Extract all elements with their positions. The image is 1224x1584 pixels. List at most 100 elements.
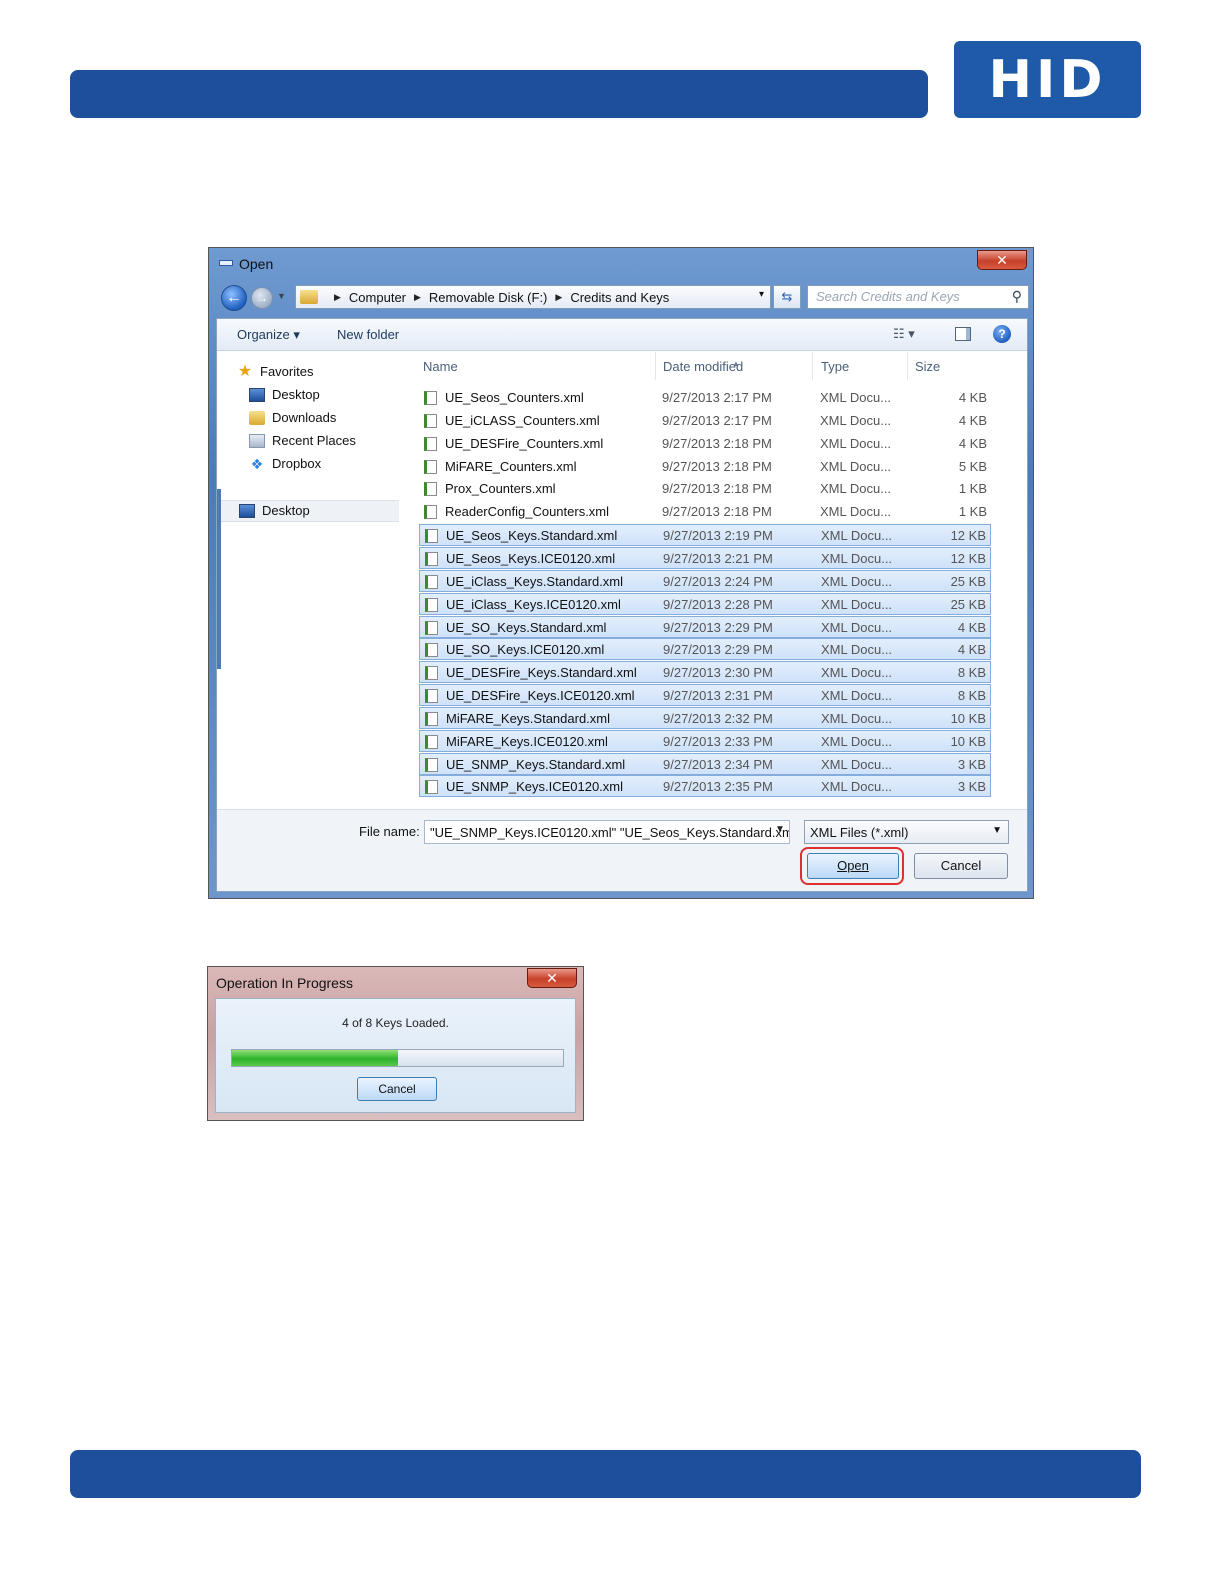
file-row[interactable]: Prox_Counters.xml 9/27/2013 2:18 PM XML Do… xyxy=(419,478,991,500)
recent-places-icon xyxy=(249,433,265,448)
xml-file-icon xyxy=(425,780,438,795)
file-row[interactable]: UE_iClass_Keys.ICE0120.xml 9/27/2013 2:28… xyxy=(419,592,991,615)
filename-dropdown-icon[interactable]: ▼ xyxy=(775,824,785,835)
column-size[interactable]: Size xyxy=(915,359,940,374)
file-date-modified: 9/27/2013 2:29 PM xyxy=(663,642,773,658)
file-row[interactable]: UE_SNMP_Keys.Standard.xml 9/27/2013 2:34 … xyxy=(419,752,991,775)
file-name: MiFARE_Keys.Standard.xml xyxy=(446,710,611,726)
nav-desktop[interactable]: Desktop xyxy=(249,387,320,402)
file-row[interactable]: UE_SO_Keys.ICE0120.xml 9/27/2013 2:29 PM X… xyxy=(419,638,991,661)
progress-bar-fill xyxy=(232,1050,398,1066)
file-row[interactable]: UE_Seos_Keys.ICE0120.xml 9/27/2013 2:21 P… xyxy=(419,546,991,569)
left-border-accent xyxy=(217,489,221,669)
filetype-select[interactable]: XML Files (*.xml) ▼ xyxy=(804,820,1009,844)
file-size: 4 KB xyxy=(957,619,986,635)
xml-file-icon xyxy=(424,505,437,520)
cancel-button[interactable]: Cancel xyxy=(914,853,1008,879)
file-size: 8 KB xyxy=(957,665,986,681)
chevron-right-icon[interactable]: ▶ xyxy=(414,292,421,303)
file-size: 3 KB xyxy=(957,779,986,795)
file-date-modified: 9/27/2013 2:31 PM xyxy=(663,688,773,704)
breadcrumb-computer[interactable]: Computer xyxy=(349,290,406,305)
nav-desktop-root[interactable]: Desktop xyxy=(239,503,310,518)
header-band xyxy=(70,70,928,118)
xml-file-icon xyxy=(425,711,438,726)
refresh-button[interactable]: ⇆ xyxy=(773,285,801,309)
open-file-dialog: Open ✕ ← → ▼ ▶ Computer ▶ Removable Disk… xyxy=(208,247,1034,899)
address-bar[interactable]: ▶ Computer ▶ Removable Disk (F:) ▶ Credi… xyxy=(295,285,771,309)
file-type: XML Docu... xyxy=(821,573,893,589)
nav-recent-places[interactable]: Recent Places xyxy=(249,433,356,448)
file-row[interactable]: UE_DESFire_Keys.Standard.xml 9/27/2013 2:… xyxy=(419,661,991,684)
chevron-right-icon[interactable]: ▶ xyxy=(555,292,562,303)
search-icon[interactable]: ⚲ xyxy=(1012,288,1022,305)
views-menu-icon[interactable]: ☷ ▾ xyxy=(893,326,915,342)
file-size: 12 KB xyxy=(950,550,986,566)
column-name[interactable]: Name xyxy=(423,359,458,374)
nav-downloads[interactable]: Downloads xyxy=(249,410,336,425)
file-name: UE_SO_Keys.ICE0120.xml xyxy=(446,642,605,658)
file-name: UE_Seos_Counters.xml xyxy=(445,390,584,405)
dialog-footer: File name: "UE_SNMP_Keys.ICE0120.xml" "U… xyxy=(217,809,1027,891)
new-folder-button[interactable]: New folder xyxy=(337,327,399,342)
file-size: 4 KB xyxy=(958,390,987,405)
nav-dropbox[interactable]: ❖ Dropbox xyxy=(249,456,321,471)
progress-close-button[interactable]: ✕ xyxy=(527,968,577,988)
search-input[interactable]: Search Credits and Keys ⚲ xyxy=(807,285,1029,309)
file-date-modified: 9/27/2013 2:18 PM xyxy=(662,458,772,474)
column-divider[interactable] xyxy=(812,352,813,380)
address-dropdown-icon[interactable]: ▾ xyxy=(759,289,764,300)
file-name: MiFARE_Counters.xml xyxy=(445,458,577,474)
search-placeholder: Search Credits and Keys xyxy=(816,289,960,304)
chevron-down-icon: ▼ xyxy=(992,825,1002,836)
column-divider[interactable] xyxy=(655,352,656,380)
preview-pane-icon[interactable] xyxy=(955,327,971,341)
file-type: XML Docu... xyxy=(820,390,892,405)
history-dropdown-icon[interactable]: ▼ xyxy=(277,291,286,301)
file-name: UE_Seos_Keys.ICE0120.xml xyxy=(446,550,616,566)
help-icon[interactable]: ? xyxy=(993,325,1011,343)
organize-button[interactable]: Organize ▾ xyxy=(237,327,300,343)
file-row[interactable]: UE_SO_Keys.Standard.xml 9/27/2013 2:29 PM… xyxy=(419,615,991,638)
file-date-modified: 9/27/2013 2:33 PM xyxy=(663,733,773,749)
forward-button[interactable]: → xyxy=(251,287,273,309)
file-row[interactable]: UE_DESFire_Keys.ICE0120.xml 9/27/2013 2:3… xyxy=(419,684,991,707)
file-type: XML Docu... xyxy=(821,528,893,544)
dialog-titlebar: Open ✕ xyxy=(209,248,1033,280)
progress-cancel-button[interactable]: Cancel xyxy=(357,1077,437,1101)
file-row[interactable]: ReaderConfig_Counters.xml 9/27/2013 2:18 … xyxy=(419,501,991,523)
close-button[interactable]: ✕ xyxy=(977,250,1027,270)
open-button[interactable]: Open xyxy=(807,853,899,879)
file-row[interactable]: UE_iCLASS_Counters.xml 9/27/2013 2:17 PM X… xyxy=(419,410,991,432)
file-size: 5 KB xyxy=(958,458,987,474)
file-size: 4 KB xyxy=(957,642,986,658)
file-date-modified: 9/27/2013 2:29 PM xyxy=(663,619,773,635)
file-row[interactable]: UE_Seos_Keys.Standard.xml 9/27/2013 2:19 … xyxy=(419,524,991,547)
file-row[interactable]: UE_DESFire_Counters.xml 9/27/2013 2:18 PM… xyxy=(419,433,991,455)
file-row[interactable]: MiFARE_Keys.ICE0120.xml 9/27/2013 2:33 PM… xyxy=(419,729,991,752)
breadcrumb-credits-and-keys[interactable]: Credits and Keys xyxy=(570,290,669,305)
file-name: MiFARE_Keys.ICE0120.xml xyxy=(446,733,608,749)
breadcrumb-removable-disk[interactable]: Removable Disk (F:) xyxy=(429,290,547,305)
xml-file-icon xyxy=(425,643,438,658)
back-button[interactable]: ← xyxy=(221,285,247,311)
file-date-modified: 9/27/2013 2:17 PM xyxy=(662,412,772,428)
column-type[interactable]: Type xyxy=(821,359,849,374)
chevron-right-icon[interactable]: ▶ xyxy=(334,292,341,303)
file-name: UE_DESFire_Counters.xml xyxy=(445,435,604,451)
file-row[interactable]: UE_iClass_Keys.Standard.xml 9/27/2013 2:2… xyxy=(419,569,991,592)
xml-file-icon xyxy=(425,574,438,589)
column-divider[interactable] xyxy=(907,352,908,380)
file-row[interactable]: MiFARE_Counters.xml 9/27/2013 2:18 PM XML … xyxy=(419,456,991,478)
xml-file-icon xyxy=(424,459,437,474)
file-date-modified: 9/27/2013 2:18 PM xyxy=(662,481,772,497)
filename-input[interactable]: "UE_SNMP_Keys.ICE0120.xml" "UE_Seos_Keys… xyxy=(424,820,790,844)
file-row[interactable]: MiFARE_Keys.Standard.xml 9/27/2013 2:32 P… xyxy=(419,706,991,729)
progress-bar xyxy=(231,1049,564,1067)
xml-file-icon xyxy=(425,757,438,772)
nav-favorites[interactable]: ★ Favorites xyxy=(237,363,314,379)
nav-desktop-label: Desktop xyxy=(272,387,320,402)
file-row[interactable]: UE_Seos_Counters.xml 9/27/2013 2:17 PM XML… xyxy=(419,387,991,409)
column-date-modified[interactable]: Date modified xyxy=(663,359,743,374)
file-row[interactable]: UE_SNMP_Keys.ICE0120.xml 9/27/2013 2:35 P… xyxy=(419,775,991,798)
